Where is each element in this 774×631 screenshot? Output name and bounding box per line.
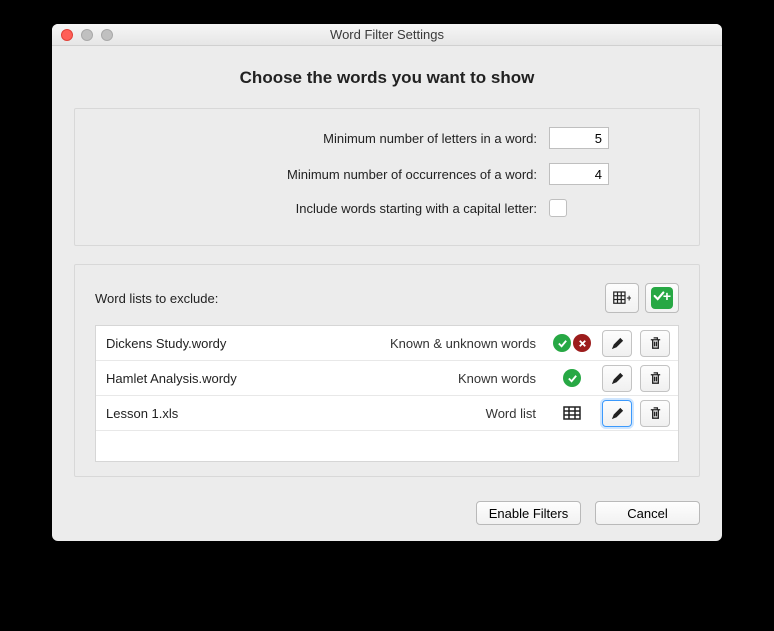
min-letters-row: Minimum number of letters in a word:	[95, 127, 679, 149]
include-capital-label: Include words starting with a capital le…	[296, 201, 537, 216]
titlebar: Word Filter Settings	[52, 24, 722, 46]
trash-icon	[648, 336, 663, 351]
dialog-footer: Enable Filters Cancel	[74, 495, 700, 525]
min-occurrences-input[interactable]	[549, 163, 609, 185]
filter-options-panel: Minimum number of letters in a word: Min…	[74, 108, 700, 246]
window-title: Word Filter Settings	[52, 27, 722, 42]
file-type: Known & unknown words	[390, 336, 536, 351]
exclude-lists-panel: Word lists to exclude: +	[74, 264, 700, 477]
add-wordlist-button[interactable]: +	[605, 283, 639, 313]
list-row: Dickens Study.wordy Known & unknown word…	[96, 326, 678, 361]
delete-button[interactable]	[640, 400, 670, 427]
exclude-header: Word lists to exclude: +	[95, 283, 679, 313]
dialog-window: Word Filter Settings Choose the words yo…	[52, 24, 722, 541]
exclude-header-buttons: + +	[605, 283, 679, 313]
status-icons	[550, 406, 594, 420]
pencil-icon	[610, 406, 625, 421]
file-type: Word list	[486, 406, 536, 421]
page-heading: Choose the words you want to show	[74, 68, 700, 88]
unknown-x-icon	[573, 334, 591, 352]
min-letters-input[interactable]	[549, 127, 609, 149]
list-empty-area	[96, 431, 678, 461]
pencil-icon	[610, 336, 625, 351]
known-check-icon	[563, 369, 581, 387]
dialog-content: Choose the words you want to show Minimu…	[52, 46, 722, 541]
file-name: Lesson 1.xls	[106, 406, 478, 421]
enable-filters-button[interactable]: Enable Filters	[476, 501, 581, 525]
exclude-list: Dickens Study.wordy Known & unknown word…	[95, 325, 679, 462]
delete-button[interactable]	[640, 365, 670, 392]
list-row: Lesson 1.xls Word list	[96, 396, 678, 431]
add-known-list-button[interactable]: +	[645, 283, 679, 313]
min-occurrences-label: Minimum number of occurrences of a word:	[287, 167, 537, 182]
known-check-icon	[553, 334, 571, 352]
include-capital-checkbox[interactable]	[549, 199, 567, 217]
status-icons	[550, 369, 594, 387]
delete-button[interactable]	[640, 330, 670, 357]
trash-icon	[648, 406, 663, 421]
svg-text:+: +	[627, 293, 632, 303]
exclude-label: Word lists to exclude:	[95, 291, 218, 306]
cancel-button[interactable]: Cancel	[595, 501, 700, 525]
file-name: Dickens Study.wordy	[106, 336, 382, 351]
list-row: Hamlet Analysis.wordy Known words	[96, 361, 678, 396]
pencil-icon	[610, 371, 625, 386]
grid-icon	[563, 406, 581, 420]
file-name: Hamlet Analysis.wordy	[106, 371, 450, 386]
min-letters-label: Minimum number of letters in a word:	[323, 131, 537, 146]
include-capital-row: Include words starting with a capital le…	[95, 199, 679, 217]
file-type: Known words	[458, 371, 536, 386]
edit-button[interactable]	[602, 330, 632, 357]
status-icons	[550, 334, 594, 352]
grid-plus-icon: +	[613, 289, 631, 307]
green-check-plus-icon: +	[651, 287, 673, 309]
edit-button[interactable]	[602, 365, 632, 392]
edit-button[interactable]	[602, 400, 632, 427]
min-occurrences-row: Minimum number of occurrences of a word:	[95, 163, 679, 185]
trash-icon	[648, 371, 663, 386]
